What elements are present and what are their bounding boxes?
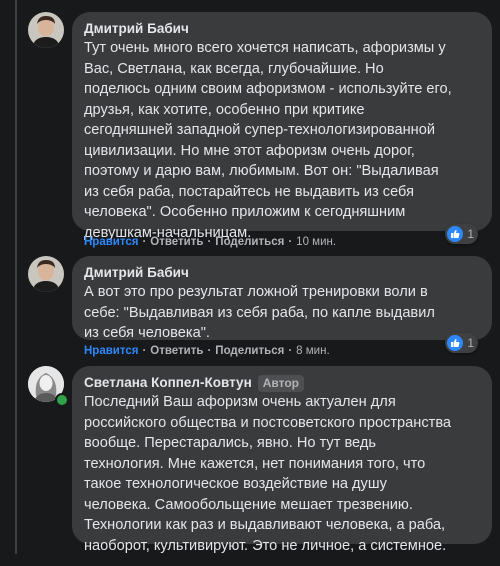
reaction-badge[interactable]: 1: [445, 333, 478, 353]
avatar[interactable]: [28, 256, 64, 292]
separator: ·: [288, 236, 293, 248]
comment-actions: Нравится · Ответить · Поделиться · 8 мин…: [84, 344, 330, 358]
timestamp[interactable]: 10 мин.: [296, 235, 336, 249]
comment-text: А вот это про результат ложной тренировк…: [84, 284, 435, 341]
comment-author[interactable]: Светлана Коппел-Ковтун: [84, 374, 252, 392]
author-row: Светлана Коппел-Ковтун Автор: [84, 374, 480, 392]
reply-button[interactable]: Ответить: [150, 344, 203, 358]
comment-text: Тут очень много всего хочется написать, …: [84, 40, 452, 241]
separator: ·: [288, 345, 293, 357]
reply-button[interactable]: Ответить: [150, 235, 203, 249]
comment-bubble: Светлана Коппел-Ковтун Автор Последний В…: [72, 366, 492, 554]
comment-text: Последний Ваш афоризм очень актуален для…: [84, 394, 452, 554]
avatar-man-icon: [28, 12, 64, 48]
comment-author[interactable]: Дмитрий Бабич: [84, 20, 480, 38]
timestamp[interactable]: 8 мин.: [296, 344, 329, 358]
like-button[interactable]: Нравится: [84, 344, 138, 358]
comment-1: Дмитрий Бабич Тут очень много всего хоче…: [24, 12, 492, 252]
reaction-count: 1: [467, 336, 474, 350]
share-button[interactable]: Поделиться: [215, 235, 284, 249]
author-badge: Автор: [257, 374, 304, 392]
comment-actions: Нравится · Ответить · Поделиться · 10 ми…: [84, 235, 336, 249]
online-status-dot: [55, 393, 69, 407]
separator: ·: [207, 236, 212, 248]
thumbs-up-icon: [447, 335, 464, 351]
separator: ·: [142, 345, 147, 357]
thumbs-up-icon: [447, 226, 464, 242]
comment-2: Дмитрий Бабич А вот это про результат ло…: [24, 256, 492, 360]
separator: ·: [142, 236, 147, 248]
comment-bubble: Дмитрий Бабич Тут очень много всего хоче…: [72, 12, 492, 241]
reaction-badge[interactable]: 1: [445, 224, 478, 244]
thread-line: [15, 0, 17, 554]
like-button[interactable]: Нравится: [84, 235, 138, 249]
separator: ·: [207, 345, 212, 357]
comment-3: Светлана Коппел-Ковтун Автор Последний В…: [24, 366, 492, 566]
comment-author[interactable]: Дмитрий Бабич: [84, 264, 480, 282]
share-button[interactable]: Поделиться: [215, 344, 284, 358]
avatar-man-icon: [28, 256, 64, 292]
avatar[interactable]: [28, 12, 64, 48]
comment-bubble: Дмитрий Бабич А вот это про результат ло…: [72, 256, 492, 341]
reaction-count: 1: [467, 227, 474, 241]
